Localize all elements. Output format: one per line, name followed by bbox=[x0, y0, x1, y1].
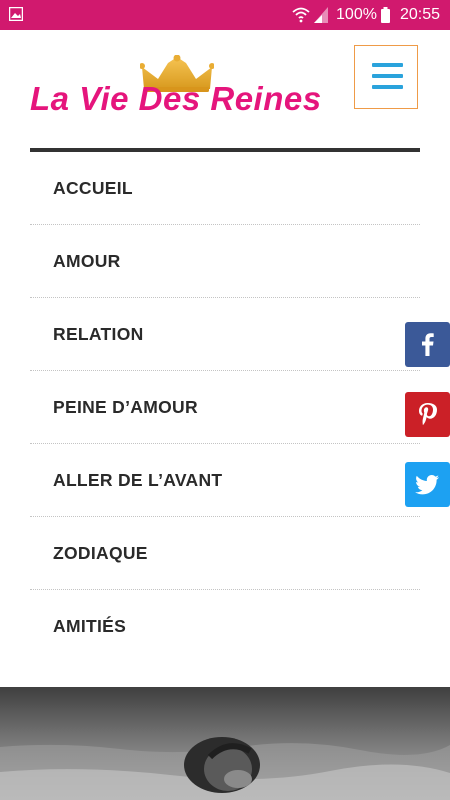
nav-item-relation[interactable]: RELATION bbox=[30, 298, 420, 371]
site-title: La Vie Des Reines bbox=[30, 80, 322, 117]
battery-icon bbox=[380, 7, 390, 23]
woman-in-water-photo bbox=[0, 687, 450, 800]
nav-item-peine-d-amour[interactable]: PEINE D’AMOUR bbox=[30, 371, 420, 444]
nav-item-amities[interactable]: AMITIÉS bbox=[30, 590, 420, 663]
nav-item-zodiaque[interactable]: ZODIAQUE bbox=[30, 517, 420, 590]
main-nav: ACCUEIL AMOUR RELATION PEINE D’AMOUR ALL… bbox=[30, 152, 420, 663]
nav-item-amour[interactable]: AMOUR bbox=[30, 225, 420, 298]
facebook-share-button[interactable] bbox=[405, 322, 450, 367]
twitter-icon bbox=[415, 475, 439, 495]
signal-icon bbox=[314, 7, 329, 23]
pinterest-icon bbox=[419, 403, 437, 425]
hamburger-bar bbox=[372, 85, 403, 89]
image-icon bbox=[9, 7, 23, 21]
menu-toggle-button[interactable] bbox=[354, 45, 418, 109]
twitter-share-button[interactable] bbox=[405, 462, 450, 507]
featured-image[interactable] bbox=[0, 687, 450, 800]
hamburger-bar bbox=[372, 74, 403, 78]
pinterest-share-button[interactable] bbox=[405, 392, 450, 437]
status-bar: 100% 20:55 bbox=[0, 0, 450, 30]
nav-item-aller-de-l-avant[interactable]: ALLER DE L’AVANT bbox=[30, 444, 420, 517]
clock: 20:55 bbox=[399, 6, 440, 23]
hamburger-icon bbox=[372, 63, 403, 67]
nav-item-accueil[interactable]: ACCUEIL bbox=[30, 152, 420, 225]
battery-percent: 100% bbox=[336, 6, 377, 23]
facebook-icon bbox=[422, 333, 434, 356]
wifi-icon bbox=[292, 7, 310, 23]
site-logo[interactable]: La Vie Des Reines bbox=[30, 50, 330, 130]
site-header: La Vie Des Reines bbox=[0, 30, 450, 150]
